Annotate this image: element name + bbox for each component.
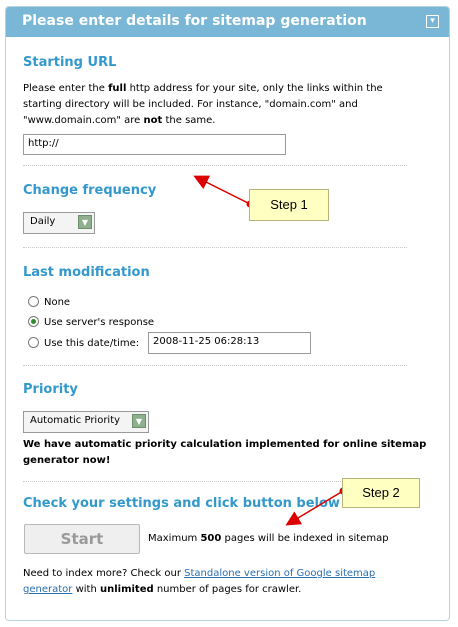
sitemap-panel: Please enter details for sitemap generat… [5, 6, 450, 621]
radio-server-response[interactable]: Use server's response [28, 316, 154, 328]
starting-url-desc-line1: Please enter the full http address for y… [23, 83, 383, 94]
chevron-down-icon[interactable]: ▼ [78, 215, 92, 229]
priority-heading: Priority [23, 382, 78, 397]
priority-value: Automatic Priority [30, 415, 121, 426]
radio-none[interactable]: None [28, 296, 70, 308]
divider [23, 247, 407, 248]
radio-custom-date[interactable]: Use this date/time: [28, 337, 139, 349]
standalone-link[interactable]: Standalone version of Google sitemap [184, 568, 375, 579]
footer-line2: generator with unlimited number of pages… [23, 584, 302, 595]
change-frequency-value: Daily [30, 216, 56, 227]
radio-icon[interactable] [28, 296, 39, 307]
radio-icon[interactable] [28, 337, 39, 348]
divider [23, 165, 407, 166]
starting-url-heading: Starting URL [23, 55, 117, 70]
priority-note-line1: We have automatic priority calculation i… [23, 439, 427, 450]
divider [23, 365, 407, 366]
starting-url-desc-line3: "www.domain.com" are not the same. [23, 115, 216, 126]
panel-header: Please enter details for sitemap generat… [6, 7, 449, 37]
collapse-icon[interactable]: ▾ [426, 15, 439, 28]
change-frequency-heading: Change frequency [23, 183, 157, 198]
step2-callout: Step 2 [342, 478, 420, 508]
change-frequency-select[interactable]: Daily ▼ [23, 212, 95, 234]
priority-note-line2: generator now! [23, 455, 111, 466]
starting-url-desc-line2: starting directory will be included. For… [23, 99, 358, 110]
starting-url-input[interactable]: http:// [23, 134, 286, 155]
start-button[interactable]: Start [24, 524, 140, 554]
radio-checked-icon[interactable] [28, 316, 39, 327]
footer-line1: Need to index more? Check our Standalone… [23, 568, 376, 579]
standalone-link-continued[interactable]: generator [23, 584, 72, 595]
panel-title: Please enter details for sitemap generat… [22, 13, 367, 29]
chevron-down-icon[interactable]: ▼ [132, 414, 146, 428]
datetime-input[interactable]: 2008-11-25 06:28:13 [148, 332, 311, 354]
max-pages-text: Maximum 500 pages will be indexed in sit… [148, 533, 389, 544]
priority-select[interactable]: Automatic Priority ▼ [23, 411, 149, 433]
step1-callout: Step 1 [249, 189, 329, 221]
check-settings-heading: Check your settings and click button bel… [23, 496, 340, 511]
last-modification-heading: Last modification [23, 265, 150, 280]
